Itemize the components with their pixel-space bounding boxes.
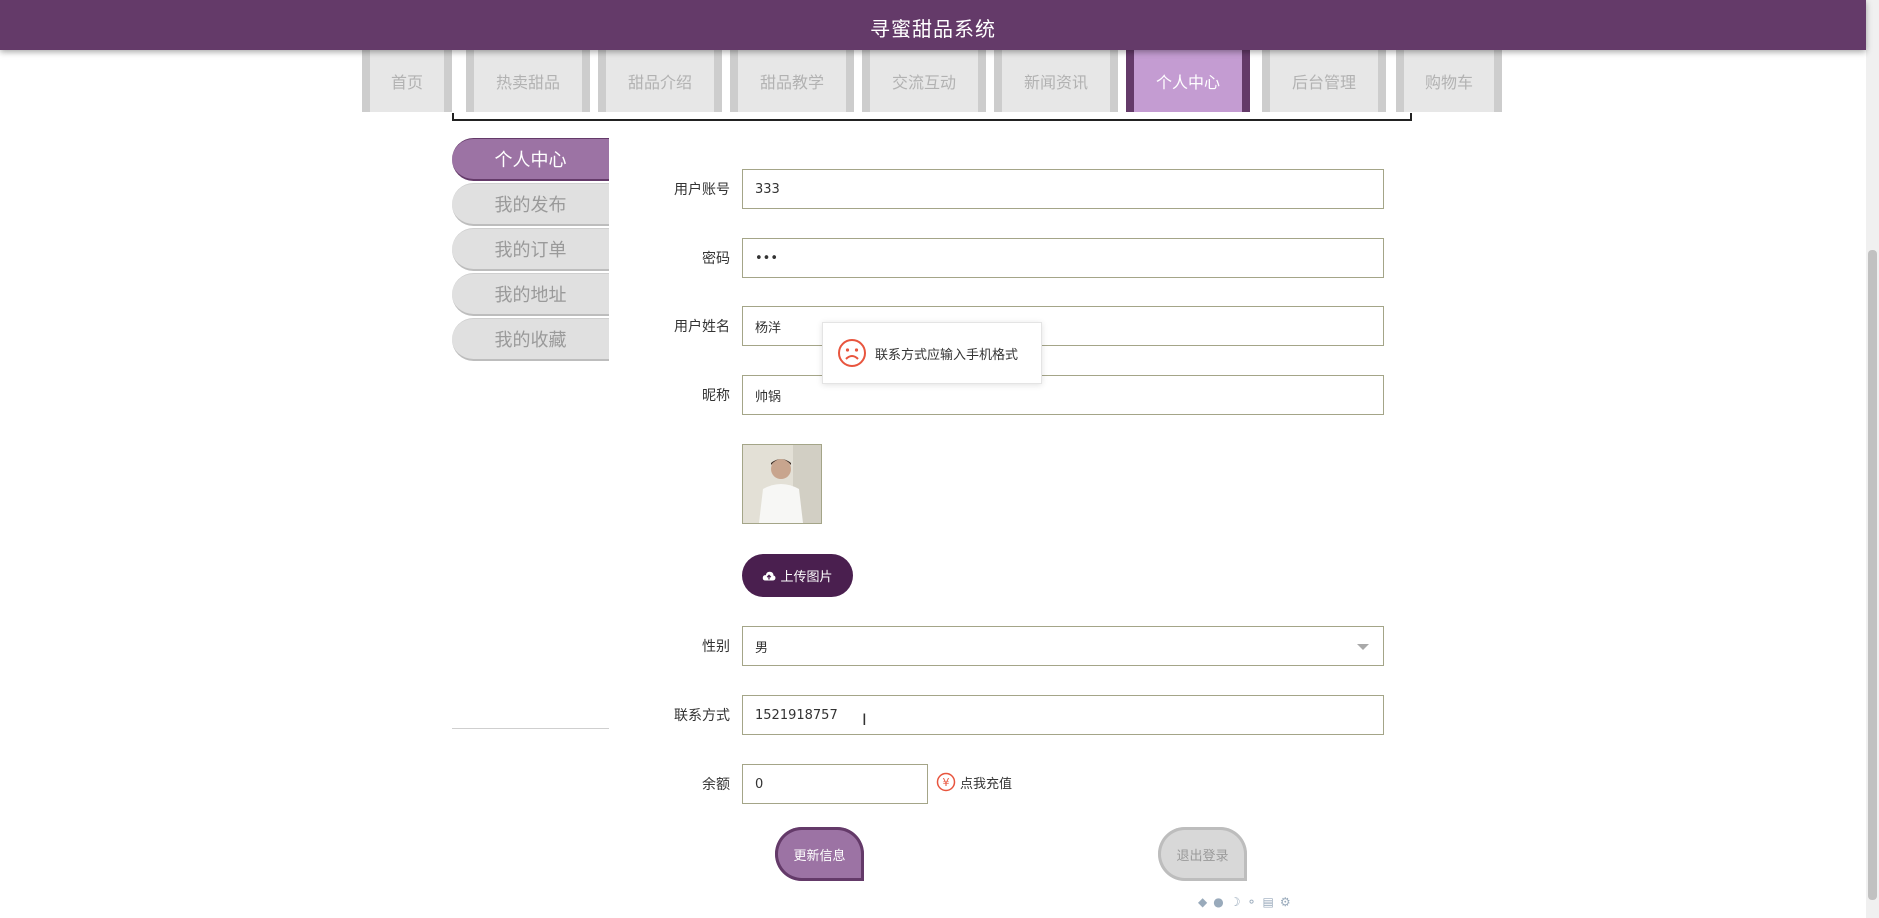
phone-input[interactable]: 1521918757 — [742, 695, 1384, 735]
recharge-link[interactable]: ¥ 点我充值 — [936, 772, 1012, 792]
yuan-coin-icon: ¥ — [936, 772, 956, 792]
tab-cart[interactable]: 购物车 — [1396, 50, 1502, 112]
ime-icon: ◆ — [1198, 895, 1208, 909]
nickname-label: 昵称 — [702, 388, 730, 404]
ime-icon: ⚙ — [1279, 895, 1291, 909]
tab-news[interactable]: 新闻资讯 — [994, 50, 1118, 112]
upload-image-button[interactable]: 上传图片 — [742, 554, 853, 597]
tab-dessert-intro[interactable]: 甜品介绍 — [598, 50, 722, 112]
sidebar-item-my-posts[interactable]: 我的发布 — [452, 183, 609, 226]
logout-button[interactable]: 退出登录 — [1158, 827, 1247, 881]
app-title: 寻蜜甜品系统 — [870, 17, 996, 41]
ime-icon: ● — [1213, 895, 1224, 909]
tab-home[interactable]: 首页 — [362, 50, 452, 112]
sad-face-icon — [838, 339, 866, 367]
account-input[interactable]: 333 — [742, 169, 1384, 209]
nav-divider — [452, 113, 1412, 121]
password-input[interactable]: ••• — [742, 238, 1384, 278]
phone-label: 联系方式 — [674, 708, 730, 724]
tab-dessert-teaching[interactable]: 甜品教学 — [730, 50, 854, 112]
sidebar-item-my-favorites[interactable]: 我的收藏 — [452, 318, 609, 361]
balance-label: 余额 — [702, 777, 730, 793]
ime-icon: ⚬ — [1246, 895, 1257, 909]
ime-icon: ▤ — [1262, 895, 1274, 909]
name-label: 用户姓名 — [674, 319, 730, 335]
recharge-label: 点我充值 — [960, 776, 1013, 792]
gender-select[interactable]: 男 — [742, 626, 1384, 666]
svg-text:¥: ¥ — [943, 776, 950, 789]
update-info-button[interactable]: 更新信息 — [775, 827, 864, 881]
tab-admin[interactable]: 后台管理 — [1262, 50, 1386, 112]
avatar-photo — [743, 445, 821, 523]
account-label: 用户账号 — [674, 182, 730, 198]
tab-interaction[interactable]: 交流互动 — [862, 50, 986, 112]
top-header: 寻蜜甜品系统 — [0, 0, 1866, 50]
ime-toolbar[interactable]: ◆ ● ☽ ⚬ ▤ ⚙ — [1198, 895, 1291, 909]
password-label: 密码 — [702, 251, 730, 267]
sidebar-item-my-addresses[interactable]: 我的地址 — [452, 273, 609, 316]
main-nav: 首页 热卖甜品 甜品介绍 甜品教学 交流互动 新闻资讯 个人中心 后台管理 购物… — [362, 50, 1502, 113]
validation-toast: 联系方式应输入手机格式 — [822, 322, 1042, 384]
text-cursor-icon: I — [862, 710, 867, 729]
gender-label: 性别 — [702, 639, 730, 655]
scrollbar-thumb[interactable] — [1868, 250, 1877, 900]
ime-icon: ☽ — [1229, 895, 1241, 909]
tab-hot-desserts[interactable]: 热卖甜品 — [466, 50, 590, 112]
page-scrollbar[interactable] — [1866, 0, 1879, 918]
cloud-upload-icon — [763, 571, 776, 580]
toast-message: 联系方式应输入手机格式 — [875, 347, 1019, 363]
upload-button-label: 上传图片 — [780, 570, 833, 585]
tab-personal-center[interactable]: 个人中心 — [1126, 50, 1250, 112]
gender-selected-value: 男 — [755, 640, 769, 656]
sidebar-item-my-orders[interactable]: 我的订单 — [452, 228, 609, 271]
sidebar-item-personal-center[interactable]: 个人中心 — [452, 138, 609, 181]
chevron-down-icon — [1357, 644, 1369, 650]
sidebar: 个人中心 我的发布 我的订单 我的地址 我的收藏 — [452, 138, 609, 363]
balance-input[interactable]: 0 — [742, 764, 928, 804]
avatar — [742, 444, 822, 524]
sidebar-divider — [452, 728, 609, 729]
